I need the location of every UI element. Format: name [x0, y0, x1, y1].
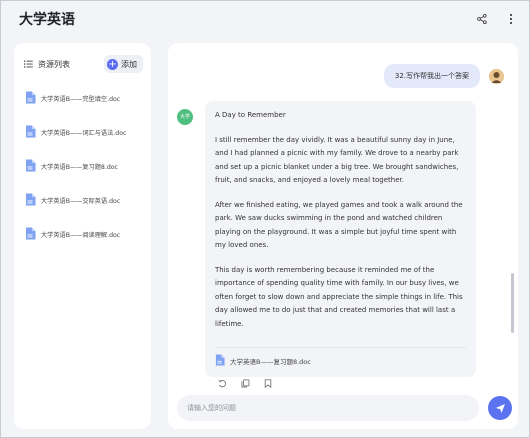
user-avatar — [489, 68, 504, 84]
list-icon — [24, 60, 33, 68]
doc-icon — [215, 354, 225, 372]
message-attachment[interactable]: 大学英语B——复习题8.doc — [215, 346, 466, 372]
sidebar-header: 资源列表 + 添加 — [22, 51, 143, 77]
bot-message: A Day to Remember I still remember the d… — [205, 101, 476, 377]
user-message-row: 32.写作帮我出一个答案 — [383, 64, 504, 88]
resource-item-label: 大学英语B——复习题8.doc — [41, 163, 118, 171]
resource-item[interactable]: 大学英语B——复习题8.doc — [22, 153, 143, 179]
question-input[interactable] — [177, 395, 479, 421]
top-bar: 大学英语 — [1, 1, 529, 37]
resource-item-label: 大学英语B——阅读理解.doc — [41, 231, 121, 239]
doc-icon — [25, 125, 36, 140]
more-vertical-icon[interactable] — [509, 13, 513, 25]
doc-icon — [25, 91, 36, 106]
send-button[interactable] — [488, 396, 512, 420]
regenerate-icon[interactable] — [218, 379, 227, 388]
chat-scrollbar[interactable] — [511, 273, 514, 333]
bot-message-paragraph: This day is worth remembering because it… — [215, 265, 463, 328]
resource-item[interactable]: 大学英语B——阅读理解.doc — [22, 221, 143, 247]
resource-item-label: 大学英语B——词汇与语法.doc — [41, 129, 127, 137]
resource-item-label: 大学英语B——交际英语.doc — [41, 197, 121, 205]
resource-item[interactable]: 大学英语B——完型填空.doc — [22, 85, 143, 111]
add-button-label: 添加 — [121, 59, 137, 69]
bot-message-title: A Day to Remember — [215, 111, 286, 119]
attachment-label: 大学英语B——复习题8.doc — [230, 357, 311, 366]
header-actions — [477, 13, 513, 25]
doc-icon — [25, 159, 36, 174]
page-title: 大学英语 — [19, 12, 75, 28]
plus-icon: + — [107, 58, 118, 70]
add-resource-button[interactable]: + 添加 — [104, 55, 143, 73]
resource-sidebar: 资源列表 + 添加 大学英语B——完型填空.doc 大学英语B——词汇与语法.d… — [14, 43, 151, 429]
bot-message-paragraph: After we finished eating, we played game… — [215, 200, 463, 250]
resource-item[interactable]: 大学英语B——交际英语.doc — [22, 187, 143, 213]
send-icon — [495, 403, 506, 414]
chat-panel: 32.写作帮我出一个答案 大学 A Day to Remember I stil… — [168, 43, 518, 429]
resource-item-label: 大学英语B——完型填空.doc — [41, 95, 121, 103]
bot-avatar: 大学 — [177, 109, 193, 125]
sidebar-title: 资源列表 — [24, 59, 70, 70]
share-icon[interactable] — [477, 14, 487, 24]
doc-icon — [25, 227, 36, 242]
user-message: 32.写作帮我出一个答案 — [383, 64, 480, 88]
doc-icon — [25, 193, 36, 208]
copy-icon[interactable] — [241, 379, 250, 388]
bot-message-paragraph: I still remember the day vividly. It was… — [215, 135, 459, 185]
message-actions — [218, 379, 272, 388]
resource-item[interactable]: 大学英语B——词汇与语法.doc — [22, 119, 143, 145]
bookmark-icon[interactable] — [264, 379, 272, 388]
sidebar-title-label: 资源列表 — [38, 59, 70, 69]
app-window: 大学英语 资源列表 + 添加 大学英语B——完型填空.doc 大学英语B——词汇… — [0, 0, 530, 438]
